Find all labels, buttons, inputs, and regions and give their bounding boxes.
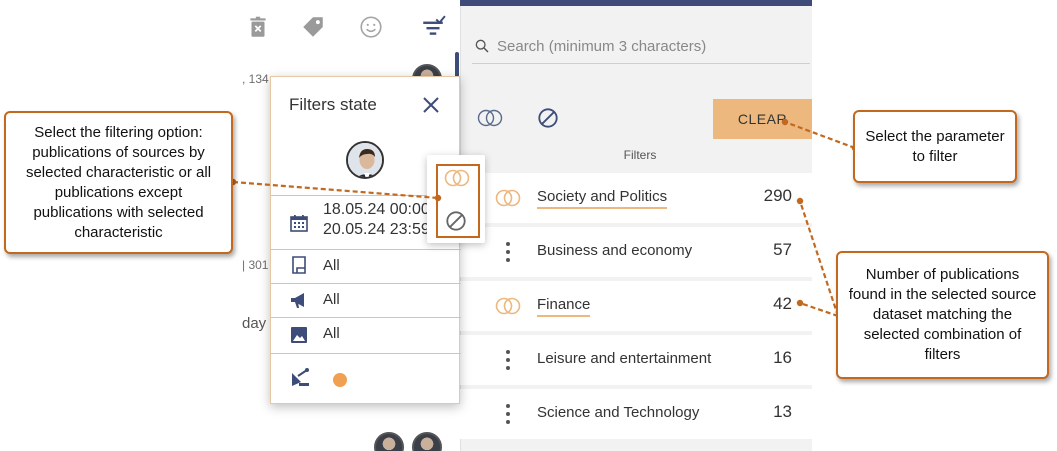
calendar-icon <box>290 215 308 232</box>
filter-count: 42 <box>773 294 792 313</box>
globe-icon <box>333 373 347 387</box>
include-option-icon[interactable] <box>443 168 471 188</box>
exclude-option-icon[interactable] <box>445 210 467 232</box>
megaphone-filter-value: All <box>323 291 340 308</box>
filter-label[interactable]: Business and economy <box>537 242 692 259</box>
exclude-mode-icon[interactable] <box>537 107 559 129</box>
more-vertical-icon[interactable] <box>504 402 512 426</box>
close-icon[interactable] <box>421 95 441 115</box>
filter-count: 290 <box>763 186 792 205</box>
filter-label[interactable]: Science and Technology <box>537 404 699 421</box>
divider <box>271 283 461 284</box>
left-toolbar <box>242 0 460 52</box>
top-bar <box>460 0 812 6</box>
list-fragment: day <box>242 315 267 332</box>
document-icon <box>292 256 306 274</box>
satellite-icon <box>292 368 309 386</box>
delete-icon[interactable] <box>245 14 271 40</box>
filter-count: 13 <box>773 402 792 421</box>
more-vertical-icon[interactable] <box>504 348 512 372</box>
intersect-icon[interactable] <box>494 296 522 316</box>
megaphone-icon <box>291 293 304 308</box>
filter-row[interactable]: Leisure and entertainment 16 <box>460 335 812 385</box>
divider <box>271 353 461 354</box>
filter-count: 57 <box>773 240 792 259</box>
screenshot-stage: , 134 | 301 day CLEAR Filters Society an… <box>0 0 1057 451</box>
divider <box>271 317 461 318</box>
image-filter-value: All <box>323 325 340 342</box>
filter-check-icon[interactable] <box>420 14 446 40</box>
divider <box>271 249 461 250</box>
callout-publication-count: Number of publications found in the sele… <box>836 251 1049 379</box>
filter-label[interactable]: Finance <box>537 296 591 317</box>
popup-title: Filters state <box>289 95 377 114</box>
source-avatar <box>346 141 384 179</box>
intersect-icon[interactable] <box>494 188 522 208</box>
more-vertical-icon[interactable] <box>504 240 512 264</box>
avatar <box>412 432 442 451</box>
date-from: 18.05.24 00:00 <box>323 201 430 218</box>
clear-button[interactable]: CLEAR <box>713 99 812 139</box>
image-icon <box>291 327 307 343</box>
search-input[interactable] <box>497 32 797 60</box>
filter-label[interactable]: Leisure and entertainment <box>537 350 711 367</box>
date-to: 20.05.24 23:59 <box>323 221 430 238</box>
filter-row[interactable]: Science and Technology 13 <box>460 389 812 439</box>
smiley-icon[interactable] <box>358 14 384 40</box>
filters-section-label: Filters <box>623 148 657 162</box>
list-fragment: | 301 <box>242 258 269 272</box>
list-fragment: , 134 <box>242 72 269 86</box>
filter-row[interactable]: Society and Politics 290 <box>460 173 812 223</box>
filter-row[interactable]: Finance 42 <box>460 281 812 331</box>
filter-label[interactable]: Society and Politics <box>537 188 668 209</box>
callout-select-parameter: Select the parameter to filter <box>853 110 1017 183</box>
search-icon <box>475 39 489 53</box>
filter-row[interactable]: Business and economy 57 <box>460 227 812 277</box>
avatar <box>374 432 404 451</box>
callout-filter-option: Select the filtering option: publication… <box>4 111 233 254</box>
intersect-mode-icon[interactable] <box>476 108 504 128</box>
tag-icon[interactable] <box>300 14 326 40</box>
document-filter-value: All <box>323 257 340 274</box>
filter-count: 16 <box>773 348 792 367</box>
